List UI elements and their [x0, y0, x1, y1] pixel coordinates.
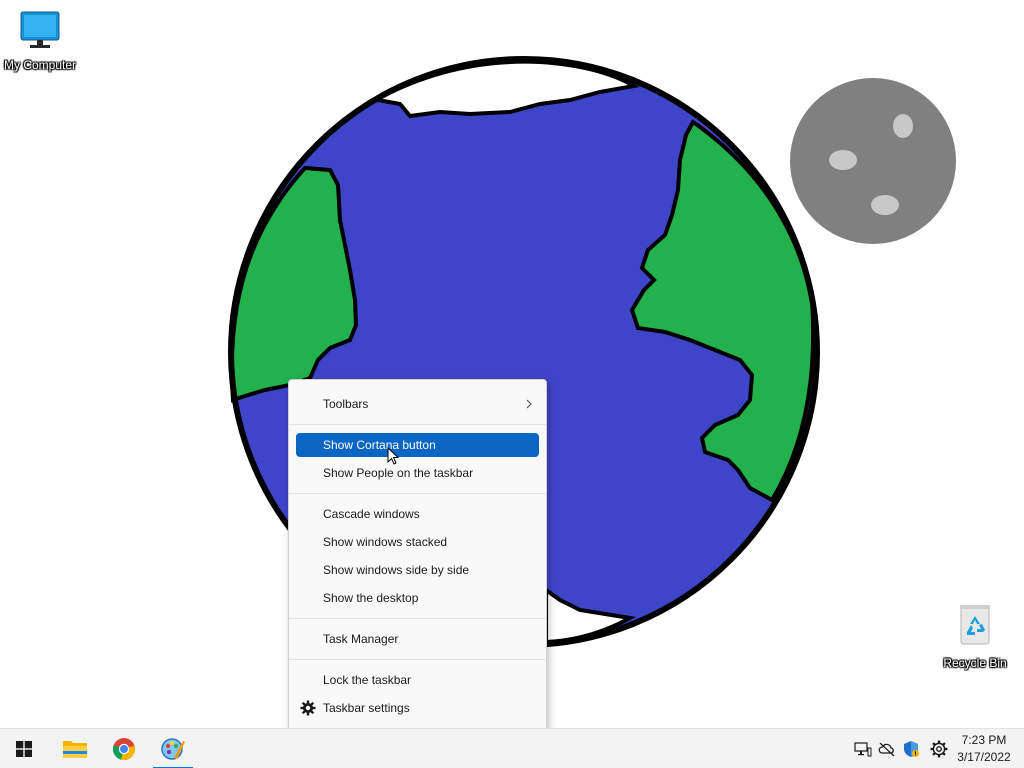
moon-crater [871, 195, 899, 215]
menu-item-cascade-windows[interactable]: Cascade windows [296, 502, 539, 526]
taskbar[interactable]: 7:23 PM 3/17/2022 [0, 728, 1024, 768]
chevron-right-icon [526, 399, 532, 409]
monitor-icon [20, 11, 60, 48]
menu-item-label: Show the desktop [323, 591, 419, 605]
clock-date: 3/17/2022 [957, 750, 1011, 764]
menu-item-label: Show Cortana button [323, 438, 436, 452]
menu-item-label: Cascade windows [323, 507, 420, 521]
menu-item-label: Task Manager [323, 632, 399, 646]
menu-item-show-cortana-button[interactable]: Show Cortana button [296, 433, 539, 465]
moon-crater [829, 150, 857, 170]
desktop-icon-my-computer[interactable]: My Computer [0, 10, 80, 72]
menu-item-lock-taskbar[interactable]: Lock the taskbar [296, 668, 539, 692]
menu-item-label: Show windows side by side [323, 563, 470, 577]
onedrive-icon[interactable] [878, 740, 896, 758]
taskbar-file-explorer[interactable] [55, 729, 95, 768]
start-icon [16, 741, 32, 757]
menu-item-toolbars[interactable]: Toolbars [296, 392, 539, 416]
menu-separator [289, 618, 546, 619]
menu-item-label: Toolbars [323, 397, 369, 411]
gear-icon [300, 700, 316, 716]
menu-separator [289, 659, 546, 660]
clock-time: 7:23 PM [961, 733, 1007, 747]
taskbar-clock[interactable]: 7:23 PM 3/17/2022 [954, 732, 1014, 766]
paint-icon [161, 738, 185, 760]
desktop-icon-label: Recycle Bin [943, 656, 1007, 670]
desktop-icon-label: My Computer [3, 58, 77, 72]
menu-item-label: Taskbar settings [323, 701, 410, 715]
moon [790, 78, 956, 244]
settings-icon[interactable] [930, 740, 948, 758]
security-icon[interactable] [902, 740, 920, 758]
chrome-icon [112, 738, 136, 761]
taskbar-context-menu: Toolbars Show Cortana button Show People… [288, 379, 547, 752]
menu-item-label: Show People on the taskbar [323, 466, 474, 480]
menu-item-label: Show windows stacked [323, 535, 448, 549]
moon-crater [893, 114, 913, 138]
file-explorer-icon [63, 741, 87, 758]
menu-separator [289, 493, 546, 494]
taskbar-chrome[interactable] [104, 729, 144, 768]
menu-separator [289, 424, 546, 425]
menu-item-label: Lock the taskbar [323, 673, 412, 687]
menu-item-show-people[interactable]: Show People on the taskbar [296, 461, 539, 485]
menu-item-task-manager[interactable]: Task Manager [296, 627, 539, 651]
menu-item-show-windows-side-by-side[interactable]: Show windows side by side [296, 558, 539, 582]
start-button[interactable] [4, 729, 44, 768]
menu-item-taskbar-settings[interactable]: Taskbar settings [296, 696, 539, 720]
network-icon[interactable] [854, 740, 872, 758]
menu-item-show-desktop[interactable]: Show the desktop [296, 586, 539, 610]
menu-item-show-windows-stacked[interactable]: Show windows stacked [296, 530, 539, 554]
recycle-bin-icon [960, 605, 990, 645]
taskbar-paint[interactable] [153, 729, 193, 768]
desktop-icon-recycle-bin[interactable]: Recycle Bin [935, 602, 1015, 670]
